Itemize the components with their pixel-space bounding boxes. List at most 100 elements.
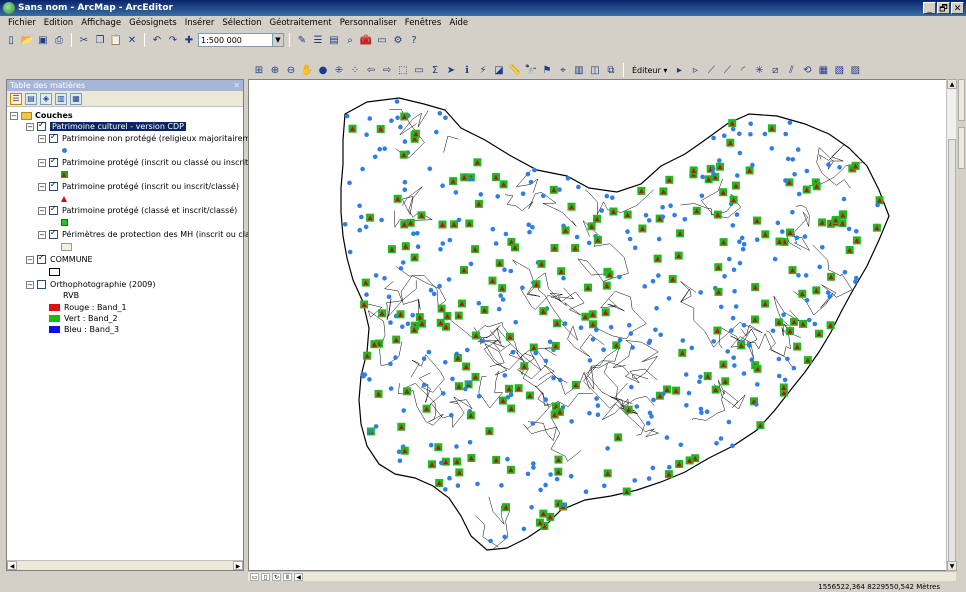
- ortho-visibility-checkbox[interactable]: [37, 280, 46, 289]
- model-builder-icon[interactable]: ⚙: [391, 33, 405, 47]
- clear-selection-icon[interactable]: ▭: [412, 63, 426, 77]
- collapse-icon[interactable]: −: [38, 206, 46, 215]
- tree-row-layer-0[interactable]: − Patrimoine non protégé (religieux majo…: [38, 132, 267, 144]
- menu-personnaliser[interactable]: Personnaliser: [336, 18, 401, 28]
- ortho-label[interactable]: Orthophotographie (2009): [50, 280, 155, 289]
- scroll-down-icon[interactable]: ▼: [947, 561, 957, 571]
- print-icon[interactable]: ⎙: [52, 33, 66, 47]
- straight-segment-icon[interactable]: ⟋: [704, 63, 718, 77]
- add-data-icon[interactable]: ✚: [182, 33, 196, 47]
- viewer-icon[interactable]: ◫: [588, 63, 602, 77]
- group-layer-label[interactable]: Patrimoine culturel - version CDP: [50, 122, 187, 131]
- measure-icon[interactable]: 📏: [508, 63, 522, 77]
- refresh-icon[interactable]: ↻: [272, 572, 281, 581]
- collapse-icon[interactable]: −: [26, 255, 34, 264]
- edit-tool-icon[interactable]: ▸: [672, 63, 686, 77]
- commune-visibility-checkbox[interactable]: [37, 253, 46, 264]
- collapse-icon[interactable]: −: [26, 122, 34, 131]
- fixed-zoom-out-icon[interactable]: ⁘: [348, 63, 362, 77]
- zoom-out-icon[interactable]: ⊖: [284, 63, 298, 77]
- layer-visibility-checkbox[interactable]: [49, 228, 58, 239]
- save-icon[interactable]: ▣: [36, 33, 50, 47]
- commune-label[interactable]: COMMUNE: [50, 255, 93, 264]
- scroll-left-icon[interactable]: ◀: [7, 561, 17, 570]
- arctoolbox-icon[interactable]: 🧰: [359, 33, 373, 47]
- pause-drawing-icon[interactable]: Ⅱ: [283, 572, 292, 581]
- statistics-icon[interactable]: Σ: [428, 63, 442, 77]
- layer-visibility-checkbox[interactable]: [49, 156, 58, 167]
- layer-label[interactable]: Patrimoine protégé (inscrit ou inscrit/c…: [62, 182, 239, 191]
- menu-fichier[interactable]: Fichier: [4, 18, 40, 28]
- pan-icon[interactable]: ✋: [300, 63, 314, 77]
- full-extent-icon[interactable]: ●: [316, 63, 330, 77]
- list-by-visibility-icon[interactable]: ◈: [40, 92, 52, 105]
- scroll-track[interactable]: [17, 561, 233, 570]
- layout-view-icon[interactable]: ▯: [261, 572, 270, 581]
- paste-icon[interactable]: 📋: [109, 33, 123, 47]
- search-window-icon[interactable]: ⌕: [343, 33, 357, 47]
- chevron-down-icon[interactable]: ▼: [272, 34, 283, 46]
- menu-aide[interactable]: Aide: [445, 18, 472, 28]
- cut-polygon-icon[interactable]: ⫽: [784, 63, 798, 77]
- back-extent-icon[interactable]: ⇦: [364, 63, 378, 77]
- scroll-up-icon[interactable]: ▲: [947, 79, 957, 89]
- collapse-icon[interactable]: −: [38, 134, 46, 143]
- group-visibility-checkbox[interactable]: [37, 120, 46, 131]
- copy-icon[interactable]: ❐: [93, 33, 107, 47]
- split-icon[interactable]: ⧄: [768, 63, 782, 77]
- identify-icon[interactable]: ℹ: [460, 63, 474, 77]
- catalog-side-tab[interactable]: [958, 79, 965, 121]
- fixed-zoom-in-icon[interactable]: ⁜: [332, 63, 346, 77]
- tree-row-layer-3[interactable]: − Patrimoine protégé (classé et inscrit/…: [38, 204, 237, 216]
- tree-row-commune[interactable]: − COMMUNE: [26, 253, 93, 265]
- select-elements-icon[interactable]: ➤: [444, 63, 458, 77]
- route-icon[interactable]: ⚑: [540, 63, 554, 77]
- editor-menu-button[interactable]: Éditeur ▾: [629, 66, 670, 75]
- layout-icon[interactable]: ⧉: [604, 63, 618, 77]
- snapping-icon[interactable]: ✳: [752, 63, 766, 77]
- toc-horizontal-scrollbar[interactable]: ◀ ▶: [7, 560, 243, 570]
- restore-button[interactable]: 🗗: [937, 2, 950, 14]
- zoom-in-icon[interactable]: ⊕: [268, 63, 282, 77]
- collapse-icon[interactable]: −: [38, 158, 46, 167]
- editor-toolbar-icon[interactable]: ✎: [295, 33, 309, 47]
- tree-row-layer-1[interactable]: − Patrimoine protégé (inscrit ou classé …: [38, 156, 279, 168]
- collapse-icon[interactable]: −: [10, 111, 18, 120]
- menu-fenetres[interactable]: Fenêtres: [401, 18, 446, 28]
- help-pointer-icon[interactable]: ?: [407, 33, 421, 47]
- time-slider-icon[interactable]: ▥: [572, 63, 586, 77]
- search-side-tab[interactable]: [958, 127, 965, 169]
- menu-edition[interactable]: Edition: [40, 18, 77, 28]
- html-popup-icon[interactable]: ◪: [492, 63, 506, 77]
- undo-icon[interactable]: ↶: [150, 33, 164, 47]
- tree-row-layer-2[interactable]: − Patrimoine protégé (inscrit ou inscrit…: [38, 180, 239, 192]
- delete-icon[interactable]: ✕: [125, 33, 139, 47]
- tree-row-group[interactable]: − Patrimoine culturel - version CDP: [26, 120, 187, 132]
- collapse-icon[interactable]: −: [38, 182, 46, 191]
- hyperlink-icon[interactable]: ⚡: [476, 63, 490, 77]
- minimize-button[interactable]: _: [923, 2, 936, 14]
- collapse-icon[interactable]: −: [38, 230, 46, 239]
- layer-visibility-checkbox[interactable]: [49, 132, 58, 143]
- table-of-contents-icon[interactable]: ☰: [311, 33, 325, 47]
- list-by-selection-icon[interactable]: ▥: [55, 92, 67, 105]
- menu-inserer[interactable]: Insérer: [181, 18, 219, 28]
- catalog-icon[interactable]: ▤: [327, 33, 341, 47]
- xy-icon[interactable]: ⌖: [556, 63, 570, 77]
- select-features-icon[interactable]: ⬚: [396, 63, 410, 77]
- endpoint-arc-icon[interactable]: ◜: [736, 63, 750, 77]
- trace-icon[interactable]: ⟋: [720, 63, 734, 77]
- scroll-right-icon[interactable]: ▶: [233, 561, 243, 570]
- list-by-source-icon[interactable]: ▤: [25, 92, 37, 105]
- create-features-icon[interactable]: ▨: [848, 63, 862, 77]
- layer-visibility-checkbox[interactable]: [49, 180, 58, 191]
- map-horizontal-scrollbar[interactable]: ▭ ▯ ↻ Ⅱ ◀: [248, 571, 956, 581]
- scroll-thumb[interactable]: [948, 139, 956, 579]
- layer-label[interactable]: Patrimoine protégé (classé et inscrit/cl…: [62, 206, 237, 215]
- menu-geosignets[interactable]: Géosignets: [125, 18, 181, 28]
- python-window-icon[interactable]: ▭: [375, 33, 389, 47]
- find-icon[interactable]: 🔭: [524, 63, 538, 77]
- map-vertical-scrollbar[interactable]: ▲ ▼: [946, 79, 957, 579]
- sketch-properties-icon[interactable]: ▧: [832, 63, 846, 77]
- layer-visibility-checkbox[interactable]: [49, 204, 58, 215]
